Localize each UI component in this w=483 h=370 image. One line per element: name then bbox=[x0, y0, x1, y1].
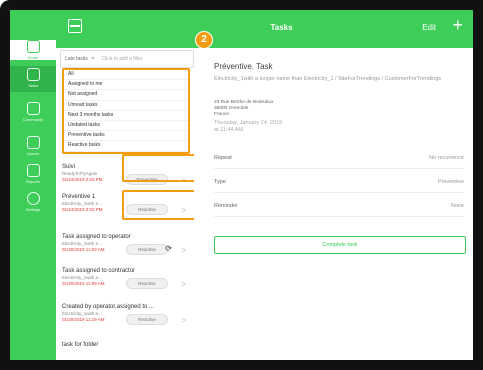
filter-option[interactable]: Unread tasks bbox=[64, 101, 188, 111]
sidebar-item-label: Home bbox=[27, 55, 39, 60]
add-task-button[interactable]: + bbox=[452, 16, 463, 34]
row-label: Repeat bbox=[214, 155, 232, 161]
filter-placeholder: Click to add a filter bbox=[101, 56, 143, 62]
detail-row-repeat[interactable]: Repeat No recurrence bbox=[214, 148, 464, 169]
filter-dropdown: All Assigned to me Not assigned Unread t… bbox=[62, 68, 190, 154]
detail-date-line: Thursday, January 24, 2019 bbox=[214, 120, 283, 126]
task-name: Created by operator,assigned to ... bbox=[62, 304, 155, 310]
device-frame: Tasks Edit + Home Tasks Community Assets bbox=[0, 0, 483, 370]
edit-button[interactable]: Edit bbox=[422, 23, 436, 32]
sidebar-item-reports[interactable]: Reports bbox=[10, 164, 56, 184]
list-item[interactable]: Task assigned to contractor Electricity_… bbox=[62, 268, 192, 289]
callout-highlight-preventive bbox=[122, 154, 204, 182]
list-item[interactable]: task for folder bbox=[62, 342, 192, 348]
filter-input[interactable]: Late tasks × Click to add a filter bbox=[60, 50, 194, 68]
home-icon bbox=[26, 40, 40, 53]
device-bezel-left bbox=[0, 0, 10, 370]
filter-option[interactable]: Next 3 months tasks bbox=[64, 111, 188, 121]
assets-icon bbox=[26, 136, 40, 149]
row-value: None bbox=[450, 203, 464, 209]
detail-date: Thursday, January 24, 2019 at 11:44 AM bbox=[214, 120, 282, 134]
gear-icon bbox=[26, 192, 40, 205]
sidebar-item-label: Community bbox=[22, 117, 44, 122]
top-bar: Tasks Edit + bbox=[10, 10, 473, 48]
task-name: task for folder bbox=[62, 342, 99, 348]
detail-date-line: at 11:44 AM bbox=[214, 127, 243, 133]
sidebar-item-label: Reports bbox=[25, 179, 40, 184]
task-type-chip: Reactive bbox=[126, 278, 168, 289]
filter-option[interactable]: Undated tasks bbox=[64, 121, 188, 132]
row-label: Reminder bbox=[214, 203, 238, 209]
task-type-chip: Reactive bbox=[126, 314, 168, 325]
detail-row-type[interactable]: Type Preventive bbox=[214, 172, 464, 193]
sidebar-item-tasks[interactable]: Tasks bbox=[10, 66, 56, 92]
task-name: Task assigned to contractor bbox=[62, 268, 136, 274]
app-screen: Tasks Edit + Home Tasks Community Assets bbox=[10, 10, 473, 360]
detail-row-reminder[interactable]: Reminder None bbox=[214, 196, 464, 217]
callout-badge: 2 bbox=[196, 32, 212, 48]
sidebar-item-home[interactable]: Home bbox=[10, 40, 56, 60]
filter-option[interactable]: Reactive tasks bbox=[64, 141, 188, 152]
detail-address: 23 Rue Berthe de Boissieux 38000 Grenobl… bbox=[214, 100, 273, 118]
sidebar: Home Tasks Community Assets Reports Sett… bbox=[10, 10, 56, 360]
row-label: Type bbox=[214, 179, 226, 185]
filter-tag-close-icon[interactable]: × bbox=[91, 56, 94, 62]
device-bezel bbox=[0, 0, 483, 10]
filter-option[interactable]: Preventive tasks bbox=[64, 131, 188, 142]
page-title: Tasks bbox=[270, 23, 293, 32]
filter-tag: Late tasks bbox=[65, 56, 88, 62]
detail-path: Electricity_1with a longer name than Ele… bbox=[214, 76, 442, 82]
sidebar-item-label: Tasks bbox=[27, 83, 39, 88]
row-value: No recurrence bbox=[429, 155, 464, 161]
community-icon bbox=[26, 102, 40, 115]
sidebar-item-settings[interactable]: Settings bbox=[10, 192, 56, 212]
reports-icon bbox=[26, 164, 40, 177]
filter-option[interactable]: All bbox=[64, 70, 188, 81]
task-type-chip: Reactive bbox=[126, 244, 168, 255]
row-value: Preventive bbox=[438, 179, 464, 185]
task-detail: Préventive. Task Electricity_1with a lon… bbox=[194, 48, 473, 360]
chevron-right-icon: > bbox=[181, 280, 186, 289]
address-line: France bbox=[214, 112, 229, 117]
chevron-right-icon: > bbox=[181, 246, 186, 255]
device-bezel-right bbox=[473, 0, 483, 370]
filter-option[interactable]: Not assigned bbox=[64, 90, 188, 101]
device-bezel-bottom bbox=[0, 360, 483, 370]
callout-highlight-reactive bbox=[122, 190, 204, 220]
list-item[interactable]: Task assigned to operator Electricity_1w… bbox=[62, 234, 192, 255]
detail-title: Préventive. Task bbox=[214, 62, 273, 71]
sidebar-item-label: Assets bbox=[26, 151, 39, 156]
chevron-right-icon: > bbox=[181, 316, 186, 325]
filter-option[interactable]: Assigned to me bbox=[64, 80, 188, 91]
loading-spinner-icon: ⟳ bbox=[165, 244, 172, 253]
sidebar-item-community[interactable]: Community bbox=[10, 102, 56, 122]
sidebar-item-label: Settings bbox=[25, 207, 41, 212]
tasks-icon bbox=[26, 68, 40, 81]
task-name: Task assigned to operator bbox=[62, 234, 131, 240]
sidebar-item-assets[interactable]: Assets bbox=[10, 136, 56, 156]
list-item[interactable]: Created by operator,assigned to ... Elec… bbox=[62, 304, 192, 325]
complete-task-button[interactable]: Complete task bbox=[214, 236, 466, 254]
